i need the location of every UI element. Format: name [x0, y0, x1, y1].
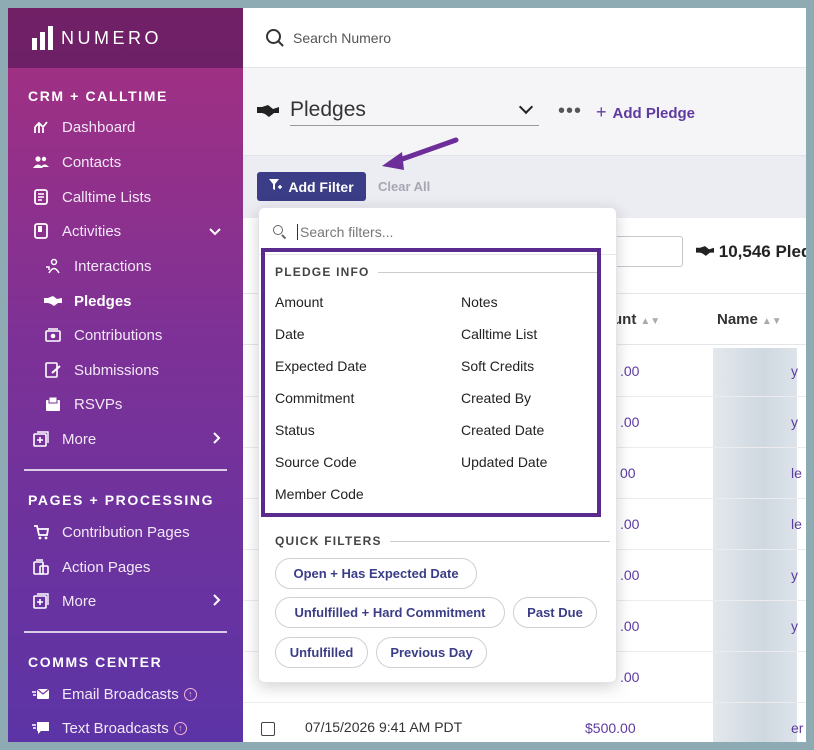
- section-title-crm: CRM + CALLTIME: [28, 88, 168, 104]
- quick-filter-chip[interactable]: Past Due: [513, 597, 597, 628]
- text-icon: [32, 719, 50, 737]
- sidebar-item-activities[interactable]: Activities: [8, 216, 243, 246]
- sidebar-item-more-crm[interactable]: More: [8, 424, 243, 454]
- add-filter-button[interactable]: Add Filter: [257, 172, 366, 201]
- sort-icon: ▲▼: [761, 316, 782, 327]
- section-title-comms: COMMS CENTER: [28, 654, 163, 670]
- quick-filter-chip[interactable]: Unfulfilled + Hard Commitment: [275, 597, 505, 628]
- sidebar-item-email-broadcasts[interactable]: Email Broadcasts ↑: [8, 679, 243, 709]
- section-title-pages: PAGES + PROCESSING: [28, 492, 215, 508]
- logo-icon: [32, 26, 53, 50]
- contacts-icon: [32, 153, 50, 171]
- quick-filter-chip[interactable]: Unfulfilled: [275, 637, 368, 668]
- logo[interactable]: NUMERO: [8, 8, 243, 68]
- sidebar-divider: [24, 469, 227, 471]
- sort-icon: ▲▼: [640, 316, 661, 327]
- handshake-icon: [44, 292, 62, 310]
- page-title: Pledges: [290, 98, 366, 121]
- cart-icon: [32, 523, 50, 541]
- sidebar-divider: [24, 631, 227, 633]
- logo-text: NUMERO: [61, 27, 162, 48]
- email-icon: [32, 685, 50, 703]
- more-options-button[interactable]: •••: [558, 100, 582, 123]
- upgrade-icon: ↑: [183, 687, 197, 701]
- column-header-amount[interactable]: unt ▲▼: [613, 311, 660, 328]
- quick-filter-chip[interactable]: Previous Day: [376, 637, 487, 668]
- chevron-right-icon: [213, 431, 221, 447]
- app-frame: NUMERO CRM + CALLTIME Dashboard Contacts…: [8, 8, 806, 742]
- pledge-info-highlight: [261, 248, 601, 517]
- row-checkbox[interactable]: [261, 722, 275, 736]
- quick-filter-chip[interactable]: Open + Has Expected Date: [275, 558, 477, 589]
- search-icon: [273, 225, 287, 239]
- pledge-date: 07/15/2026 9:41 AM PDT: [305, 719, 463, 735]
- more-icon: [32, 430, 50, 448]
- filter-search: [273, 218, 593, 246]
- chevron-down-icon: [209, 224, 221, 239]
- calltime-lists-icon: [32, 188, 50, 206]
- sidebar-item-submissions[interactable]: Submissions: [8, 355, 243, 385]
- filter-dropdown: PLEDGE INFO Amount Date Expected Date Co…: [258, 207, 618, 683]
- add-pledge-button[interactable]: + Add Pledge: [596, 102, 695, 123]
- sidebar-item-dashboard[interactable]: Dashboard: [8, 112, 243, 142]
- sidebar-item-rsvps[interactable]: RSVPs: [8, 389, 243, 419]
- sidebar-item-more-pages[interactable]: More: [8, 586, 243, 616]
- annotation-arrow-icon: [382, 137, 459, 170]
- plus-icon: +: [596, 102, 607, 122]
- chevron-down-icon: [518, 99, 534, 115]
- filter-search-input[interactable]: [297, 224, 577, 240]
- activities-icon: [32, 222, 50, 240]
- sidebar-item-contribution-pages[interactable]: Contribution Pages: [8, 517, 243, 547]
- contributions-icon: [44, 326, 62, 344]
- dashboard-icon: [32, 118, 50, 136]
- submissions-icon: [44, 361, 62, 379]
- clear-all-button[interactable]: Clear All: [378, 179, 430, 194]
- search-icon: [265, 28, 285, 48]
- sidebar-item-action-pages[interactable]: Action Pages: [8, 552, 243, 582]
- action-pages-icon: [32, 558, 50, 576]
- chevron-right-icon: [213, 593, 221, 609]
- table-search-input[interactable]: [613, 236, 683, 267]
- handshake-icon: [257, 102, 279, 123]
- sidebar-item-contributions[interactable]: Contributions: [8, 320, 243, 350]
- upgrade-icon: ↑: [173, 721, 187, 735]
- record-count: 10,546 Pled: [696, 242, 806, 262]
- column-header-name[interactable]: Name ▲▼: [717, 311, 782, 328]
- sidebar-item-interactions[interactable]: Interactions: [8, 251, 243, 281]
- top-bar: [243, 8, 806, 68]
- object-type-select[interactable]: Pledges: [290, 98, 539, 126]
- table-row[interactable]: 07/15/2026 9:41 AM PDT $500.00 er: [243, 703, 806, 742]
- sidebar-item-pledges[interactable]: Pledges: [8, 286, 243, 316]
- handshake-icon: [696, 242, 719, 261]
- filter-icon: [269, 179, 283, 194]
- sidebar: NUMERO CRM + CALLTIME Dashboard Contacts…: [8, 8, 243, 742]
- global-search-input[interactable]: [293, 29, 593, 46]
- pledge-amount: $500.00: [585, 720, 636, 736]
- more-icon: [32, 592, 50, 610]
- rsvps-icon: [44, 395, 62, 413]
- quick-filters-title: QUICK FILTERS: [275, 534, 610, 548]
- sidebar-item-contacts[interactable]: Contacts: [8, 147, 243, 177]
- sidebar-item-calltime-lists[interactable]: Calltime Lists: [8, 182, 243, 212]
- sidebar-item-text-broadcasts[interactable]: Text Broadcasts ↑: [8, 713, 243, 742]
- page-header: Pledges ••• + Add Pledge: [243, 68, 806, 156]
- interactions-icon: [44, 257, 62, 275]
